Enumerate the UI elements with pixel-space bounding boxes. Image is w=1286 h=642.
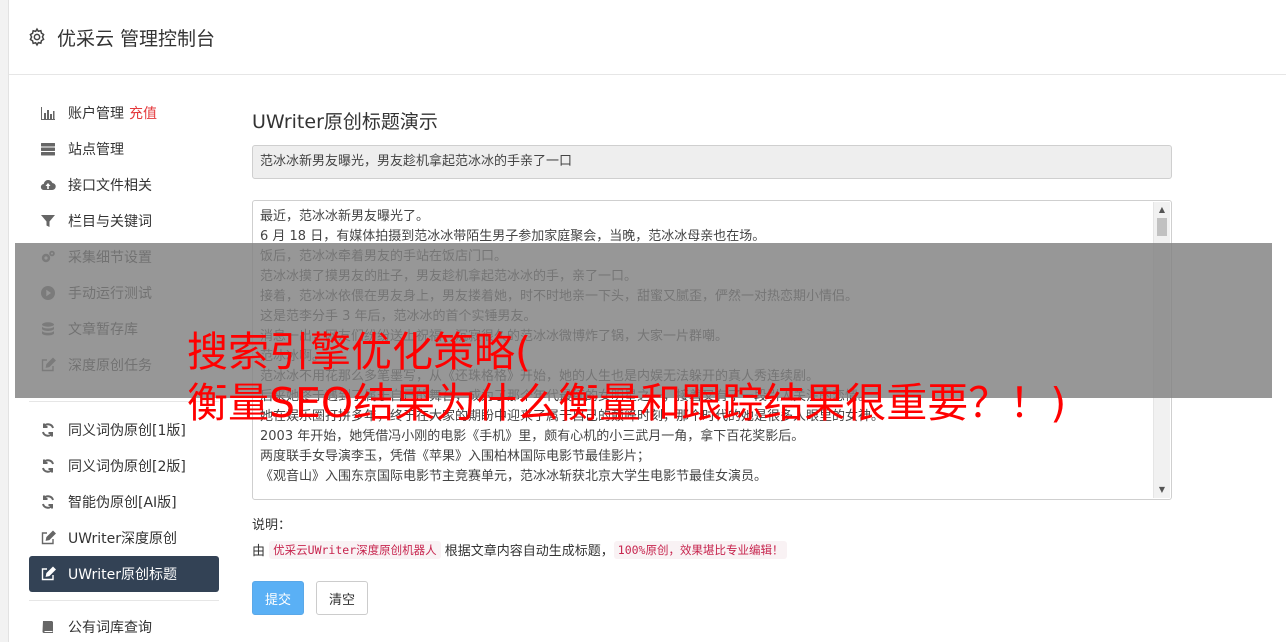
sidebar-item-label: 同义词伪原创[1版] <box>68 423 186 439</box>
sidebar-item-4[interactable]: UWriter深度原创 <box>29 520 219 556</box>
notes-text: 由 优采云UWriter深度原创机器人 根据文章内容自动生成标题， 100%原创… <box>252 540 1172 559</box>
filter-icon <box>39 212 57 230</box>
sidebar-item-3[interactable]: 智能伪原创[AI版] <box>29 484 219 520</box>
edit-icon <box>39 565 57 583</box>
content-line: 2003 年开始，她凭借冯小刚的电影《手机》里，颇有心机的小三武月一角，拿下百花… <box>260 429 805 444</box>
sidebar-item-5[interactable]: UWriter原创标题 <box>29 556 219 592</box>
sidebar-item-1[interactable]: 账户管理 充值 <box>29 95 219 131</box>
refresh-icon <box>39 457 57 475</box>
scroll-up-arrow-icon[interactable]: ▲ <box>1154 202 1170 218</box>
server-icon <box>39 140 57 158</box>
title-field[interactable]: 范冰冰新男友曝光，男友趁机拿起范冰冰的手亲了一口 <box>252 145 1172 179</box>
refresh-icon <box>39 421 57 439</box>
gear-icon <box>27 27 47 47</box>
page-title: UWriter原创标题演示 <box>252 111 438 133</box>
sidebar-item-label: 栏目与关键词 <box>68 214 152 230</box>
content-line: 两度联手女导演李玉，凭借《苹果》入围柏林国际电影节最佳影片； <box>260 449 651 464</box>
cloud-upload-icon <box>39 176 57 194</box>
sidebar-divider <box>29 600 219 601</box>
sidebar-item-label: UWriter深度原创 <box>68 531 177 547</box>
sidebar-item-label: 同义词伪原创[2版] <box>68 459 186 475</box>
notes-code-original: 100%原创，效果堪比专业编辑！ <box>613 540 788 559</box>
scroll-down-arrow-icon[interactable]: ▼ <box>1154 482 1170 498</box>
sidebar-item-label: 站点管理 <box>68 142 124 158</box>
notes-code-robot: 优采云UWriter深度原创机器人 <box>269 540 441 559</box>
sidebar-item-2[interactable]: 同义词伪原创[2版] <box>29 448 219 484</box>
overlay-line-2: 衡量SEO结果为什么衡量和跟踪结果很重要？！) <box>187 379 1067 427</box>
sidebar-item-label: 账户管理 <box>68 106 124 122</box>
button-row: 提交 清空 <box>252 581 1172 615</box>
sidebar-item-label: 智能伪原创[AI版] <box>68 495 177 511</box>
sidebar-item-4[interactable]: 栏目与关键词 <box>29 203 219 239</box>
sidebar-item-3[interactable]: 接口文件相关 <box>29 167 219 203</box>
top-bar: 优采云 管理控制台 <box>9 0 1286 75</box>
sidebar-item-label: 公有词库查询 <box>68 620 152 636</box>
refresh-icon <box>39 493 57 511</box>
notes-label: 说明： <box>252 518 292 533</box>
sidebar-item-2[interactable]: 站点管理 <box>29 131 219 167</box>
sidebar-item-label: 接口文件相关 <box>68 178 152 194</box>
app-title: 优采云 管理控制台 <box>57 27 216 50</box>
sidebar-item-label: UWriter原创标题 <box>68 567 177 583</box>
sidebar-item-1[interactable]: 公有词库查询 <box>29 609 219 642</box>
content-line: 《观音山》入围东京国际电影节主竞赛单元，范冰冰斩获北京大学生电影节最佳女演员。 <box>260 469 768 484</box>
book-icon <box>39 618 57 636</box>
edit-icon <box>39 529 57 547</box>
notes-prefix: 由 <box>252 544 266 559</box>
scroll-thumb[interactable] <box>1157 218 1167 236</box>
clear-button[interactable]: 清空 <box>316 581 369 615</box>
overlay-line-1: 搜索引擎优化策略( <box>187 328 531 376</box>
content-line: 最近，范冰冰新男友曝光了。 <box>260 209 430 224</box>
bar-chart-icon <box>39 104 57 122</box>
overlay-headline: 搜索引擎优化策略( 衡量SEO结果为什么衡量和跟踪结果很重要？！) <box>187 327 1066 429</box>
recharge-link[interactable]: 充值 <box>129 103 157 123</box>
submit-button[interactable]: 提交 <box>252 581 305 615</box>
notes-middle: 根据文章内容自动生成标题， <box>444 544 614 559</box>
